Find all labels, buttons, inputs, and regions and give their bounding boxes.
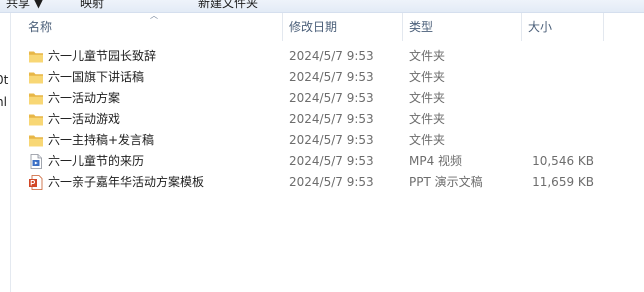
toolbar-map-button[interactable]: 映射 (80, 0, 104, 11)
column-header-type-label: 类型 (409, 20, 434, 34)
file-row[interactable]: 六一活动游戏 2024/5/7 9:53 文件夹 (22, 109, 622, 130)
file-name: 六一主持稿+发言稿 (48, 133, 155, 147)
file-name-cell: 六一儿童节园长致辞 (28, 46, 283, 67)
file-name: 六一国旗下讲话稿 (48, 70, 145, 84)
file-date: 2024/5/7 9:53 (289, 91, 374, 105)
file-type: 文件夹 (409, 91, 446, 105)
nav-pane-clipped-text[interactable]: 0t (0, 73, 8, 87)
file-name-cell: 六一亲子嘉年华活动方案模板 (28, 172, 283, 193)
folder-icon (29, 51, 43, 63)
nav-pane-clipped-text[interactable]: hl (0, 95, 7, 109)
column-header-name-label: 名称 (28, 20, 53, 34)
file-date: 2024/5/7 9:53 (289, 112, 374, 126)
file-row[interactable]: 六一儿童节的来历 2024/5/7 9:53 MP4 视频 10,546 KB (22, 151, 622, 172)
file-size: 11,659 KB (532, 175, 594, 189)
file-type: MP4 视频 (409, 154, 463, 168)
folder-icon (29, 135, 43, 147)
explorer-ribbon-toolbar: 共享 ▼ 映射 新建文件夹 (0, 0, 644, 13)
file-type: 文件夹 (409, 133, 446, 147)
column-header-type[interactable]: 类型 (403, 13, 522, 41)
file-date: 2024/5/7 9:53 (289, 133, 374, 147)
column-header-name[interactable]: 名称 (22, 13, 283, 41)
navigation-pane-edge: 0t hl (0, 13, 11, 292)
file-name: 六一亲子嘉年华活动方案模板 (48, 175, 205, 189)
file-name-cell: 六一国旗下讲话稿 (28, 67, 283, 88)
file-name: 六一活动方案 (48, 91, 121, 105)
folder-icon (29, 114, 43, 126)
folder-icon (29, 93, 43, 105)
file-name-cell: 六一儿童节的来历 (28, 151, 283, 172)
column-header-date-label: 修改日期 (289, 20, 338, 34)
toolbar-new-folder-button[interactable]: 新建文件夹 (198, 0, 258, 11)
file-name: 六一活动游戏 (48, 112, 121, 126)
file-size (524, 46, 594, 67)
column-header-date[interactable]: 修改日期 (283, 13, 403, 41)
column-header-size[interactable]: 大小 (522, 13, 604, 41)
file-size (524, 109, 594, 130)
ppt-file-icon (29, 175, 43, 190)
file-date: 2024/5/7 9:53 (289, 154, 374, 168)
column-header-size-label: 大小 (528, 20, 553, 34)
video-file-icon (30, 154, 42, 169)
file-date: 2024/5/7 9:53 (289, 175, 374, 189)
file-size: 10,546 KB (532, 154, 594, 168)
file-row[interactable]: 六一主持稿+发言稿 2024/5/7 9:53 文件夹 (22, 130, 622, 151)
file-name-cell: 六一活动方案 (28, 88, 283, 109)
file-type: 文件夹 (409, 49, 446, 63)
file-name: 六一儿童节的来历 (48, 154, 145, 168)
file-type: PPT 演示文稿 (409, 175, 483, 189)
folder-icon (29, 72, 43, 84)
toolbar-share-button[interactable]: 共享 ▼ (6, 0, 43, 11)
file-row[interactable]: 六一儿童节园长致辞 2024/5/7 9:53 文件夹 (22, 46, 622, 67)
file-name-cell: 六一活动游戏 (28, 109, 283, 130)
file-name: 六一儿童节园长致辞 (48, 49, 157, 63)
file-row[interactable]: 六一亲子嘉年华活动方案模板 2024/5/7 9:53 PPT 演示文稿 11,… (22, 172, 622, 193)
file-row[interactable]: 六一国旗下讲话稿 2024/5/7 9:53 文件夹 (22, 67, 622, 88)
file-date: 2024/5/7 9:53 (289, 49, 374, 63)
file-size (524, 130, 594, 151)
file-size (524, 67, 594, 88)
file-size (524, 88, 594, 109)
file-name-cell: 六一主持稿+发言稿 (28, 130, 283, 151)
file-type: 文件夹 (409, 112, 446, 126)
file-row[interactable]: 六一活动方案 2024/5/7 9:53 文件夹 (22, 88, 622, 109)
file-type: 文件夹 (409, 70, 446, 84)
file-date: 2024/5/7 9:53 (289, 70, 374, 84)
column-header-row: ︿ 名称 修改日期 类型 大小 (22, 11, 604, 41)
